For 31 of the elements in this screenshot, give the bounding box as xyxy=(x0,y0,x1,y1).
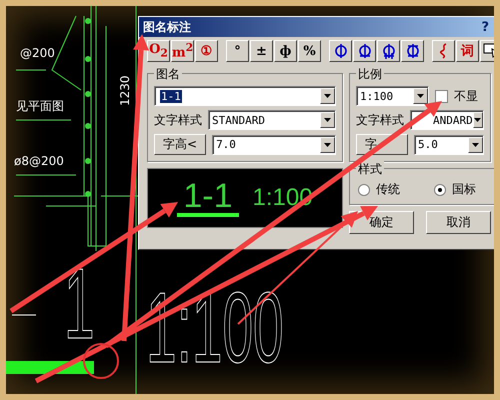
text-height-button[interactable]: 字高< xyxy=(154,134,206,155)
preview-name-text: 1-1 xyxy=(177,179,239,217)
toolbar-button[interactable]: ① xyxy=(195,40,218,62)
help-button[interactable]: ? xyxy=(481,20,489,34)
checkbox-label: 不显 xyxy=(454,88,479,104)
cad-title-text: 1 xyxy=(64,254,95,354)
group-legend: 比例 xyxy=(356,66,384,83)
window-title: 图名标注 xyxy=(143,18,191,36)
toolbar-button[interactable]: ф xyxy=(274,40,297,62)
cad-label: 见平面图 xyxy=(16,98,64,115)
toolbar-button[interactable]: O$_{2}$ xyxy=(147,40,170,62)
name-combo[interactable]: 1-1 xyxy=(154,86,336,106)
scale-combo[interactable]: 1:100 xyxy=(356,86,429,106)
toolbar-button[interactable]: m$^{2}$ xyxy=(171,40,194,62)
field-label: 文字样式 xyxy=(356,112,404,128)
text-height-combo[interactable]: 5.0 xyxy=(414,134,484,154)
text-style-combo[interactable]: STANDARD xyxy=(208,110,336,130)
toolbar-button[interactable]: ± xyxy=(250,40,273,62)
radio-label: 国标 xyxy=(452,181,476,198)
toolbar-button[interactable]: 词 xyxy=(456,40,479,62)
dimension-text: 1230 xyxy=(118,75,132,106)
toolbar-button[interactable]: % xyxy=(298,40,321,62)
dialog-button[interactable]: 取消 xyxy=(426,211,491,234)
cad-label: @200 xyxy=(20,46,55,60)
field-label: 文字样式 xyxy=(154,112,202,128)
radio-label: 传统 xyxy=(376,181,400,198)
text-style-combo[interactable]: ANDARD xyxy=(410,110,484,130)
cad-title-text: 1:100 xyxy=(146,278,284,378)
cad-label: ø8@200 xyxy=(14,154,64,168)
toolbar-button[interactable]: ° xyxy=(226,40,249,62)
text-height-combo[interactable]: 7.0 xyxy=(212,134,336,154)
